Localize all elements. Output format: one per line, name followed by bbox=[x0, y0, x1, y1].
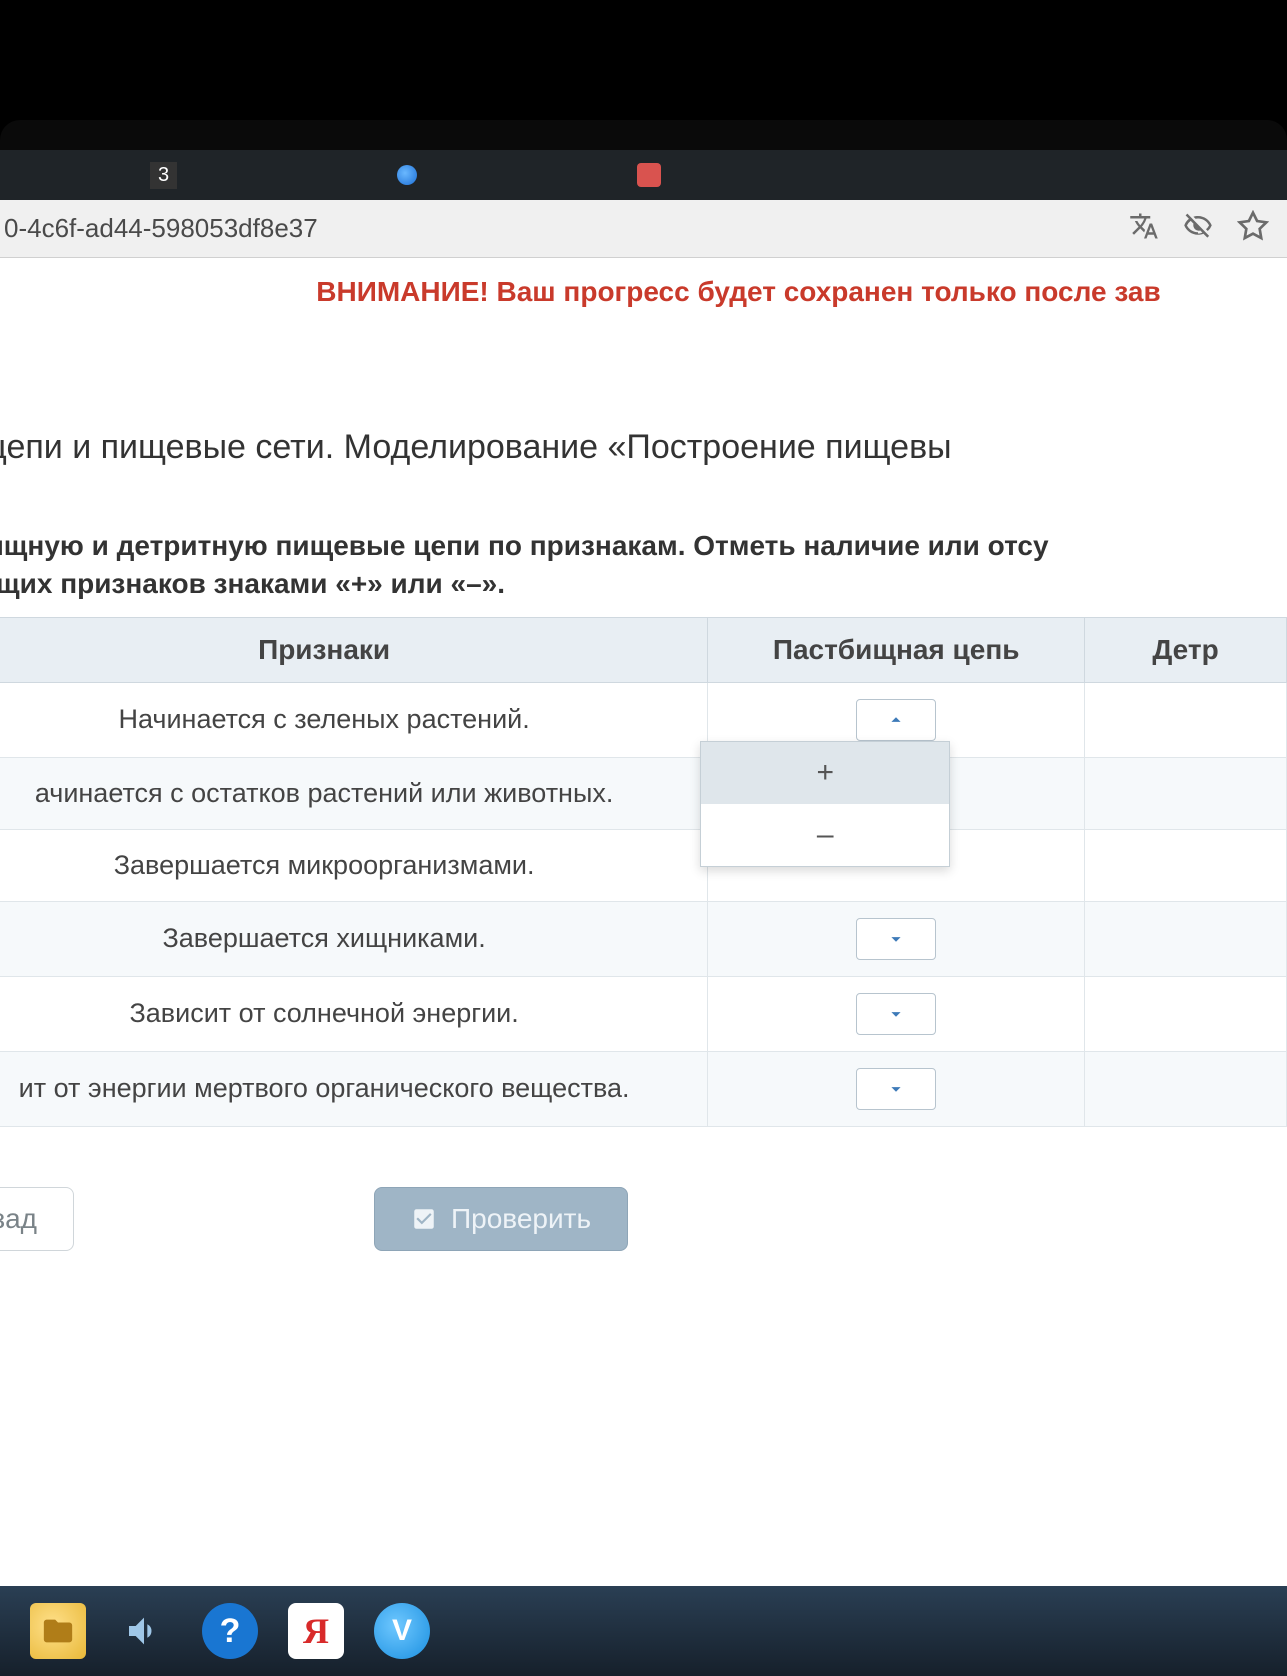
page-content: ВНИМАНИЕ! Ваш прогресс будет сохранен то… bbox=[0, 258, 1287, 1586]
select-cell: + – bbox=[708, 682, 1085, 757]
select-cell bbox=[708, 976, 1085, 1051]
feature-cell: Начинается с зеленых растений. bbox=[0, 682, 708, 757]
select-dropdown[interactable] bbox=[856, 918, 936, 960]
select-dropdown[interactable] bbox=[856, 1068, 936, 1110]
translate-icon[interactable] bbox=[1129, 211, 1159, 246]
select-cell-col2 bbox=[1085, 901, 1287, 976]
taskbar-folder-icon[interactable] bbox=[30, 1603, 86, 1659]
taskbar-yandex-icon[interactable]: Я bbox=[288, 1603, 344, 1659]
back-button-label: азад bbox=[0, 1203, 37, 1235]
buttons-row: азад Проверить bbox=[0, 1127, 1287, 1251]
table-row: Завершается микроорганизмами. bbox=[0, 829, 1287, 901]
instruction-line-2: вующих признаков знаками «+» или «–». bbox=[0, 568, 505, 599]
dropdown-option-minus[interactable]: – bbox=[701, 804, 949, 866]
dropdown-option-plus[interactable]: + bbox=[701, 742, 949, 804]
table-header-features: Признаки bbox=[0, 617, 708, 682]
feature-cell: Завершается микроорганизмами. bbox=[0, 829, 708, 901]
instruction-line-1: стбищную и детритную пищевые цепи по при… bbox=[0, 530, 1049, 561]
select-dropdown[interactable] bbox=[856, 993, 936, 1035]
select-cell-col2 bbox=[1085, 1051, 1287, 1126]
check-icon bbox=[411, 1206, 437, 1232]
screen-frame: 3 0-4c6f-ad44-598053df8e37 ВНИМАНИЕ! Ваш… bbox=[0, 120, 1287, 1586]
feature-cell: ачинается с остатков растений или животн… bbox=[0, 757, 708, 829]
table-row: Начинается с зеленых растений. + – bbox=[0, 682, 1287, 757]
address-bar-icons bbox=[1129, 210, 1269, 247]
dropdown-panel: + – bbox=[700, 741, 950, 867]
warning-banner: ВНИМАНИЕ! Ваш прогресс будет сохранен то… bbox=[0, 276, 1287, 348]
tab-count-badge[interactable]: 3 bbox=[150, 162, 177, 189]
check-button[interactable]: Проверить bbox=[374, 1187, 628, 1251]
taskbar-sound-icon[interactable] bbox=[116, 1603, 172, 1659]
select-cell bbox=[708, 1051, 1085, 1126]
table-row: ачинается с остатков растений или животн… bbox=[0, 757, 1287, 829]
quiz-table: Признаки Пастбищная цепь Детр Начинается… bbox=[0, 617, 1287, 1127]
table-row: Зависит от солнечной энергии. bbox=[0, 976, 1287, 1051]
select-cell-col2 bbox=[1085, 976, 1287, 1051]
select-cell-col2 bbox=[1085, 757, 1287, 829]
eye-off-icon[interactable] bbox=[1183, 211, 1213, 246]
table-row: ит от энергии мертвого органического вещ… bbox=[0, 1051, 1287, 1126]
select-dropdown-open[interactable] bbox=[856, 699, 936, 741]
taskbar-help-icon[interactable]: ? bbox=[202, 1603, 258, 1659]
star-icon[interactable] bbox=[1237, 210, 1269, 247]
back-button[interactable]: азад bbox=[0, 1187, 74, 1251]
tab-indicator-orange[interactable] bbox=[637, 163, 661, 187]
address-bar: 0-4c6f-ad44-598053df8e37 bbox=[0, 200, 1287, 258]
page-title: ие цепи и пищевые сети. Моделирование «П… bbox=[0, 348, 1287, 527]
feature-cell: Завершается хищниками. bbox=[0, 901, 708, 976]
select-cell-col2 bbox=[1085, 829, 1287, 901]
select-cell bbox=[708, 901, 1085, 976]
feature-cell: ит от энергии мертвого органического вещ… bbox=[0, 1051, 708, 1126]
select-cell-col2 bbox=[1085, 682, 1287, 757]
instruction-text: стбищную и детритную пищевые цепи по при… bbox=[0, 527, 1287, 617]
taskbar-v-icon[interactable]: V bbox=[374, 1603, 430, 1659]
feature-cell: Зависит от солнечной энергии. bbox=[0, 976, 708, 1051]
table-row: Завершается хищниками. bbox=[0, 901, 1287, 976]
table-header-col1: Пастбищная цепь bbox=[708, 617, 1085, 682]
url-text[interactable]: 0-4c6f-ad44-598053df8e37 bbox=[0, 213, 318, 244]
table-header-col2: Детр bbox=[1085, 617, 1287, 682]
check-button-label: Проверить bbox=[451, 1203, 591, 1235]
browser-tab-bar: 3 bbox=[0, 150, 1287, 200]
windows-taskbar: ? Я V bbox=[0, 1586, 1287, 1676]
tab-indicator-blue[interactable] bbox=[397, 165, 417, 185]
